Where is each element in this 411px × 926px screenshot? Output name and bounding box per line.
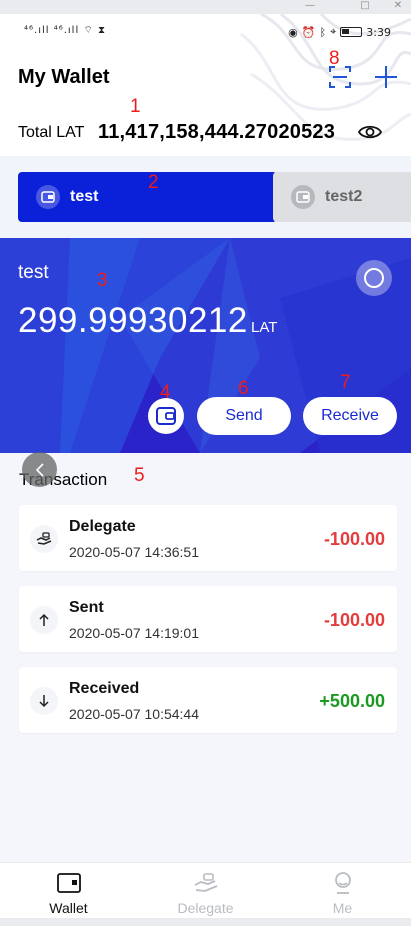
nav-me-label: Me <box>332 900 353 916</box>
bottom-nav: Wallet Delegate Me <box>0 862 411 918</box>
signal-indicators: ⁴⁶.ıll ⁴⁶.ıll ⌔ ⧗ <box>24 24 106 37</box>
transaction-amount: +500.00 <box>319 691 385 711</box>
wifi-icon: ⌔ <box>83 25 94 36</box>
wallet-tab-icon <box>291 185 315 209</box>
annotation-marker: 7 <box>340 372 351 393</box>
wallet-tab-label: test <box>70 188 99 205</box>
status-bar: ⁴⁶.ıll ⁴⁶.ıll ⌔ ⧗ ◉ ⏰ ᛒ ⌖ 3:39 <box>0 14 411 50</box>
transaction-list: Delegate 2020-05-07 14:36:51 -100.00 Sen… <box>19 505 397 748</box>
send-button[interactable]: Send <box>197 397 291 435</box>
transaction-type: Received <box>69 680 140 697</box>
window-title-bar: — □ ✕ <box>0 0 411 14</box>
wallet-tab-label: test2 <box>325 188 363 205</box>
transaction-row-sent[interactable]: Sent 2020-05-07 14:19:01 -100.00 <box>19 586 397 652</box>
system-nav-strip <box>0 918 411 926</box>
annotation-marker: 4 <box>160 382 171 403</box>
transaction-row-delegate[interactable]: Delegate 2020-05-07 14:36:51 -100.00 <box>19 505 397 571</box>
page-title: My Wallet <box>18 66 110 88</box>
eye-icon[interactable] <box>358 123 382 141</box>
bluetooth-icon: ᛒ <box>319 25 327 39</box>
maximize-button[interactable]: □ <box>353 0 377 14</box>
wallet-icon <box>156 407 176 425</box>
total-value: 11,417,158,444.27020523 <box>98 121 336 143</box>
annotation-marker: 1 <box>130 96 141 117</box>
chevron-left-icon <box>35 462 44 477</box>
wallet-tabs: test test2 <box>0 156 411 238</box>
wallet-tab-test2[interactable]: test2 <box>273 172 411 222</box>
annotation-marker: 6 <box>238 378 249 399</box>
profile-icon <box>334 872 351 894</box>
back-float-button[interactable] <box>22 452 57 487</box>
wallet-icon <box>56 873 81 893</box>
sync-icon[interactable] <box>356 260 392 296</box>
transaction-type: Sent <box>69 599 104 616</box>
transaction-time: 2020-05-07 14:19:01 <box>69 625 199 641</box>
wallet-card: test 299.99930212 LAT Send Receive <box>0 238 411 453</box>
card-unit: LAT <box>251 319 278 336</box>
card-balance: 299.99930212 <box>18 301 248 340</box>
transaction-time: 2020-05-07 10:54:44 <box>69 706 199 722</box>
annotation-marker: 8 <box>329 48 340 69</box>
clock-time: 3:39 <box>366 25 391 39</box>
arrow-down-icon <box>30 687 58 715</box>
transaction-amount: -100.00 <box>323 610 385 630</box>
delegate-hand-icon <box>194 873 217 892</box>
delegate-icon <box>30 525 58 553</box>
annotation-marker: 2 <box>148 172 159 193</box>
plus-icon[interactable] <box>373 64 399 90</box>
transaction-time: 2020-05-07 14:36:51 <box>69 544 199 560</box>
close-window-button[interactable]: ✕ <box>386 0 410 14</box>
transaction-amount: -100.00 <box>323 529 385 549</box>
card-wallet-name: test <box>18 262 49 283</box>
wallet-tab-icon <box>36 185 60 209</box>
nav-me[interactable]: Me <box>274 863 411 919</box>
nav-wallet-label: Wallet <box>49 900 88 916</box>
annotation-marker: 3 <box>97 270 108 291</box>
signal-text: ⁴⁶.ıll ⁴⁶.ıll <box>24 25 80 36</box>
eye-status-icon: ◉ <box>288 25 298 39</box>
transaction-type: Delegate <box>69 518 136 535</box>
hourglass-icon: ⧗ <box>98 25 107 36</box>
nav-delegate[interactable]: Delegate <box>137 863 274 919</box>
total-label: Total LAT <box>18 124 85 141</box>
nav-delegate-label: Delegate <box>177 900 234 916</box>
arrow-up-icon <box>30 606 58 634</box>
location-icon: ⌖ <box>330 25 337 38</box>
status-right: ◉ ⏰ ᛒ ⌖ 3:39 <box>288 25 391 39</box>
nav-wallet[interactable]: Wallet <box>0 863 137 919</box>
minimize-button[interactable]: — <box>298 0 322 14</box>
transaction-row-received[interactable]: Received 2020-05-07 10:54:44 +500.00 <box>19 667 397 733</box>
receive-button[interactable]: Receive <box>303 397 397 435</box>
battery-icon <box>340 27 363 37</box>
alarm-icon: ⏰ <box>301 25 316 39</box>
annotation-marker: 5 <box>134 465 145 486</box>
